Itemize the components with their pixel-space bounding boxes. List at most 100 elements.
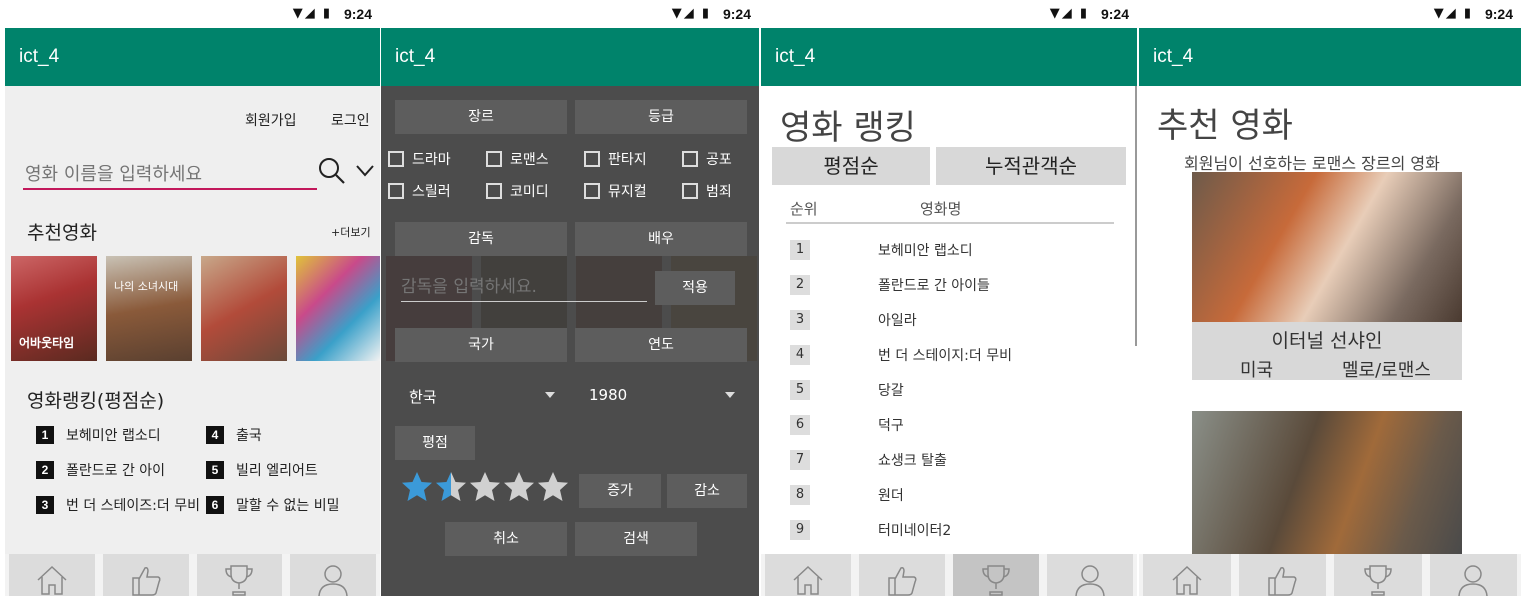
director-field <box>401 274 647 302</box>
ranking-page-title: 영화 랭킹 <box>780 108 916 148</box>
nav-home[interactable] <box>9 554 95 596</box>
year-dropdown[interactable]: 1980 <box>589 386 735 408</box>
tab-audience[interactable]: 누적관객순 <box>936 147 1126 185</box>
nav-recommend[interactable] <box>102 554 189 596</box>
movie-genre: 멜로/로맨스 <box>1342 360 1431 381</box>
actor-button[interactable]: 배우 <box>575 222 747 256</box>
nav-recommend[interactable] <box>1238 554 1326 596</box>
search-icon[interactable] <box>317 156 347 186</box>
year-button[interactable]: 연도 <box>575 328 747 362</box>
rank-title: 말할 수 없는 비밀 <box>236 498 340 514</box>
tab-rating[interactable]: 평점순 <box>772 147 930 185</box>
director-button[interactable]: 감독 <box>395 222 567 256</box>
star-icon[interactable] <box>537 471 569 503</box>
nav-ranking[interactable] <box>196 554 283 596</box>
nav-recommend[interactable] <box>859 554 945 596</box>
nav-profile[interactable] <box>1429 554 1517 596</box>
recommend-subtitle: 회원님이 선호하는 로맨스 장르의 영화 <box>1184 154 1440 173</box>
rank-item[interactable]: 5 빌리 엘리어트 <box>206 460 318 480</box>
status-time: 9:24 <box>1484 6 1513 22</box>
movie-country: 미국 <box>1240 360 1274 381</box>
cancel-button[interactable]: 취소 <box>445 522 567 556</box>
ranking-row[interactable]: 1 보헤미안 랩소디 <box>790 240 973 260</box>
director-input[interactable] <box>401 274 647 300</box>
header-divider <box>786 222 1114 224</box>
nav-home[interactable] <box>765 554 851 596</box>
apply-button[interactable]: 적용 <box>655 271 735 305</box>
star-icon[interactable] <box>469 471 501 503</box>
country-button[interactable]: 국가 <box>395 328 567 362</box>
home-content: 회원가입 로그인 추천영화 +더보기 어바웃타임 나의 소녀시대 영화랭킹(평점… <box>5 86 380 556</box>
rating-button[interactable]: 평점 <box>395 426 475 460</box>
rank-item[interactable]: 4 출국 <box>206 425 262 445</box>
genre-checkbox[interactable]: 공포 <box>682 149 732 169</box>
star-icon[interactable] <box>503 471 535 503</box>
recommend-section-title: 추천영화 <box>27 222 97 244</box>
signup-link[interactable]: 회원가입 <box>245 110 297 130</box>
rank-title: 빌리 엘리어트 <box>236 463 318 479</box>
rank-number: 1 <box>36 426 54 444</box>
genre-button[interactable]: 장르 <box>395 100 567 134</box>
status-time: 9:24 <box>1100 6 1129 22</box>
ranking-row[interactable]: 6 덕구 <box>790 415 904 435</box>
trophy-icon <box>225 565 254 596</box>
rating-stars[interactable] <box>401 471 569 503</box>
poster-4[interactable] <box>296 256 380 361</box>
rank-item[interactable]: 2 폴란드로 간 아이 <box>36 460 165 480</box>
genre-checkbox[interactable]: 판타지 <box>584 149 647 169</box>
ranking-number: 7 <box>790 450 810 470</box>
star-icon[interactable] <box>435 471 467 503</box>
genre-checkbox[interactable]: 범죄 <box>682 181 732 201</box>
more-link[interactable]: +더보기 <box>331 224 371 240</box>
genre-checkbox[interactable]: 뮤지컬 <box>584 181 647 201</box>
nav-home[interactable] <box>1143 554 1231 596</box>
ranking-row[interactable]: 7 쇼생크 탈출 <box>790 450 947 470</box>
ranking-row[interactable]: 8 원더 <box>790 485 904 505</box>
scrollbar[interactable] <box>1135 86 1137 346</box>
poster-1[interactable]: 어바웃타임 <box>11 256 97 361</box>
nav-ranking[interactable] <box>1334 554 1422 596</box>
search-button[interactable]: 검색 <box>575 522 697 556</box>
nav-profile[interactable] <box>1047 554 1133 596</box>
grade-button[interactable]: 등급 <box>575 100 747 134</box>
ranking-row[interactable]: 5 당갈 <box>790 380 904 400</box>
rank-item[interactable]: 1 보헤미안 랩소디 <box>36 425 161 445</box>
recommend-card-1[interactable]: 이터널 선샤인 미국 멜로/로맨스 <box>1192 172 1462 381</box>
nav-profile[interactable] <box>290 554 376 596</box>
nav-ranking[interactable] <box>953 554 1039 596</box>
genre-checkbox[interactable]: 드라마 <box>388 149 451 169</box>
poster-2[interactable]: 나의 소녀시대 <box>106 256 192 361</box>
app-bar: ict_4 <box>761 28 1137 86</box>
ranking-title: 번 더 스테이지:더 무비 <box>878 348 1012 364</box>
country-dropdown[interactable]: 한국 <box>409 386 555 408</box>
genre-checkbox[interactable]: 코미디 <box>486 181 549 201</box>
increase-button[interactable]: 증가 <box>579 474 661 508</box>
app-title: ict_4 <box>775 46 816 67</box>
column-title: 영화명 <box>920 200 962 218</box>
year-value: 1980 <box>589 386 628 404</box>
rank-item[interactable]: 3 번 더 스테이즈:더 무비 <box>36 495 200 515</box>
ranking-title: 덕구 <box>878 418 904 434</box>
chevron-down-icon[interactable] <box>355 164 375 178</box>
ranking-row[interactable]: 3 아일라 <box>790 310 917 330</box>
movie-search-input[interactable] <box>23 160 317 188</box>
ranking-number: 4 <box>790 345 810 365</box>
genre-checkbox[interactable]: 스릴러 <box>388 181 451 201</box>
rank-number: 5 <box>206 461 224 479</box>
bottom-nav <box>1139 554 1521 596</box>
ranking-number: 6 <box>790 415 810 435</box>
poster-3[interactable] <box>201 256 287 361</box>
ranking-row[interactable]: 4 번 더 스테이지:더 무비 <box>790 345 1012 365</box>
login-link[interactable]: 로그인 <box>331 110 370 130</box>
recommend-card-2[interactable] <box>1192 411 1462 554</box>
home-icon <box>793 565 823 595</box>
decrease-button[interactable]: 감소 <box>667 474 747 508</box>
ranking-row[interactable]: 2 폴란드로 간 아이들 <box>790 275 990 295</box>
rank-item[interactable]: 6 말할 수 없는 비밀 <box>206 495 340 515</box>
ranking-row[interactable]: 9 터미네이터2 <box>790 520 951 540</box>
poster-title: 나의 소녀시대 <box>114 280 179 293</box>
screen-ranking: ▼◢ ▮ 9:24 ict_4 <box>761 0 1137 596</box>
star-icon[interactable] <box>401 471 433 503</box>
genre-checkbox[interactable]: 로맨스 <box>486 149 549 169</box>
home-icon <box>1172 565 1202 595</box>
